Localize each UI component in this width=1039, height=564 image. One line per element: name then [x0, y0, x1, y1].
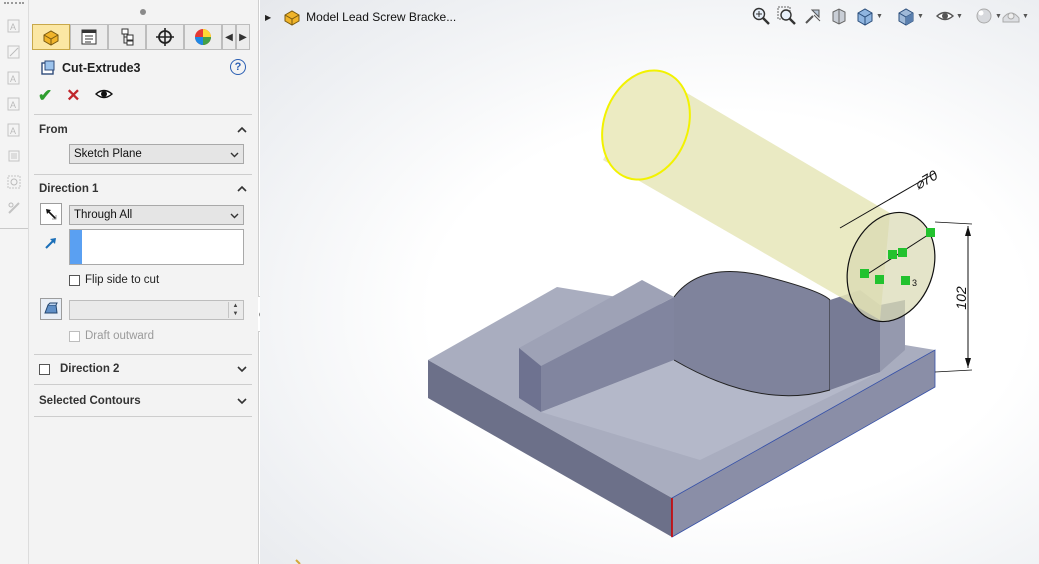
divider	[34, 354, 252, 355]
feature-name: Cut-Extrude3	[62, 61, 141, 75]
draft-outward-checkbox[interactable]: Draft outward	[69, 330, 154, 342]
chevron-down-icon	[230, 150, 239, 159]
checkbox-box	[69, 274, 80, 286]
flip-side-to-cut-checkbox[interactable]: Flip side to cut	[69, 274, 159, 286]
section-selected-contours-title[interactable]: Selected Contours	[39, 395, 141, 407]
cancel-x-icon[interactable]: ✕	[66, 87, 80, 104]
relation-count: 3	[912, 278, 917, 288]
section-direction1-title[interactable]: Direction 1	[39, 183, 98, 195]
balloon-icon[interactable]: A	[6, 70, 22, 86]
svg-text:A: A	[10, 74, 16, 84]
dimxpert-icon	[156, 28, 174, 46]
chevron-left-icon: ◀	[225, 31, 233, 43]
direction1-end-condition-value: Through All	[74, 209, 133, 221]
spinner-buttons[interactable]: ▲ ▼	[228, 302, 242, 318]
height-dimension[interactable]: 102	[953, 286, 969, 310]
tab-display-manager[interactable]	[184, 24, 222, 50]
tab-scroll-right[interactable]: ▶	[236, 24, 250, 50]
cut-extrude-icon	[41, 60, 55, 75]
tab-property-manager[interactable]	[70, 24, 108, 50]
relation-glyph[interactable]	[875, 275, 884, 284]
divider	[34, 384, 252, 385]
svg-text:A: A	[10, 126, 16, 136]
checkbox-box	[69, 330, 80, 342]
surface-finish-icon[interactable]: A	[6, 122, 22, 138]
direction-selection-box[interactable]	[69, 229, 244, 265]
strip-grip[interactable]	[4, 2, 24, 8]
chevron-up-icon[interactable]	[237, 124, 247, 134]
section-direction2-title: Direction 2	[60, 363, 120, 375]
datum-icon[interactable]	[6, 148, 22, 164]
manager-tabs: ◀ ▶	[32, 24, 258, 50]
chevron-up-icon[interactable]	[237, 183, 247, 193]
chevron-right-icon: ▶	[239, 31, 247, 43]
hole-callout-icon[interactable]	[6, 174, 22, 190]
ok-check-icon[interactable]: ✔	[38, 87, 52, 104]
weld-symbol-icon[interactable]: A	[6, 96, 22, 112]
flip-side-label: Flip side to cut	[85, 274, 160, 286]
divider	[34, 174, 252, 175]
relation-glyph[interactable]	[898, 248, 907, 257]
chevron-down-icon[interactable]	[237, 363, 247, 373]
svg-text:A: A	[10, 22, 16, 32]
note-icon[interactable]	[6, 44, 22, 60]
draft-angle-spinner[interactable]: ▲ ▼	[69, 300, 244, 320]
detailed-preview-eye-icon[interactable]	[94, 87, 113, 104]
strip-separator	[0, 228, 28, 229]
help-icon[interactable]: ?	[230, 59, 246, 75]
direction2-checkbox[interactable]: Direction 2	[39, 363, 119, 375]
panel-grip[interactable]	[140, 9, 146, 15]
from-end-condition-value: Sketch Plane	[74, 148, 142, 160]
action-buttons: ✔ ✕	[38, 85, 113, 105]
command-strip: A A A A	[0, 0, 29, 564]
draft-outward-label: Draft outward	[85, 330, 155, 342]
smart-dimension-icon[interactable]: A	[6, 18, 22, 34]
annotation-link-icon[interactable]	[6, 200, 22, 216]
divider	[34, 114, 252, 115]
display-manager-icon	[195, 29, 211, 45]
tab-dimxpert-manager[interactable]	[146, 24, 184, 50]
relation-glyph[interactable]	[901, 276, 910, 285]
reverse-direction-button[interactable]	[40, 203, 62, 225]
property-manager-panel: ◀ ▶ Cut-Extrude3 ? ✔ ✕ From Sketch Plane…	[29, 0, 259, 564]
draft-toggle-button[interactable]	[40, 298, 62, 320]
svg-text:A: A	[10, 100, 16, 110]
relation-glyph[interactable]	[860, 269, 869, 278]
chevron-down-icon[interactable]	[237, 395, 247, 405]
relation-glyph[interactable]	[888, 250, 897, 259]
from-end-condition-select[interactable]: Sketch Plane	[69, 144, 244, 164]
tab-scroll-left[interactable]: ◀	[222, 24, 236, 50]
divider	[34, 416, 252, 417]
spin-down-icon[interactable]: ▼	[229, 310, 242, 318]
active-selection-indicator	[70, 230, 82, 264]
direction-vector-icon	[43, 235, 59, 251]
diameter-dimension[interactable]: ⌀70	[912, 167, 941, 193]
spin-up-icon[interactable]: ▲	[229, 302, 242, 310]
reverse-direction-icon	[46, 209, 57, 220]
tab-feature-manager[interactable]	[32, 24, 70, 50]
configuration-manager-icon	[121, 28, 134, 46]
feature-header: Cut-Extrude3	[40, 59, 140, 77]
model-graphics[interactable]: 3 ⌀70 102	[260, 0, 1039, 564]
checkbox-box	[39, 363, 50, 375]
direction1-end-condition-select[interactable]: Through All	[69, 205, 244, 225]
property-manager-icon	[81, 29, 97, 45]
chevron-down-icon	[230, 211, 239, 220]
feature-manager-icon	[43, 30, 59, 46]
draft-icon	[44, 302, 58, 314]
section-from-title[interactable]: From	[39, 124, 68, 136]
tab-configuration-manager[interactable]	[108, 24, 146, 50]
relation-glyph[interactable]	[926, 228, 935, 237]
